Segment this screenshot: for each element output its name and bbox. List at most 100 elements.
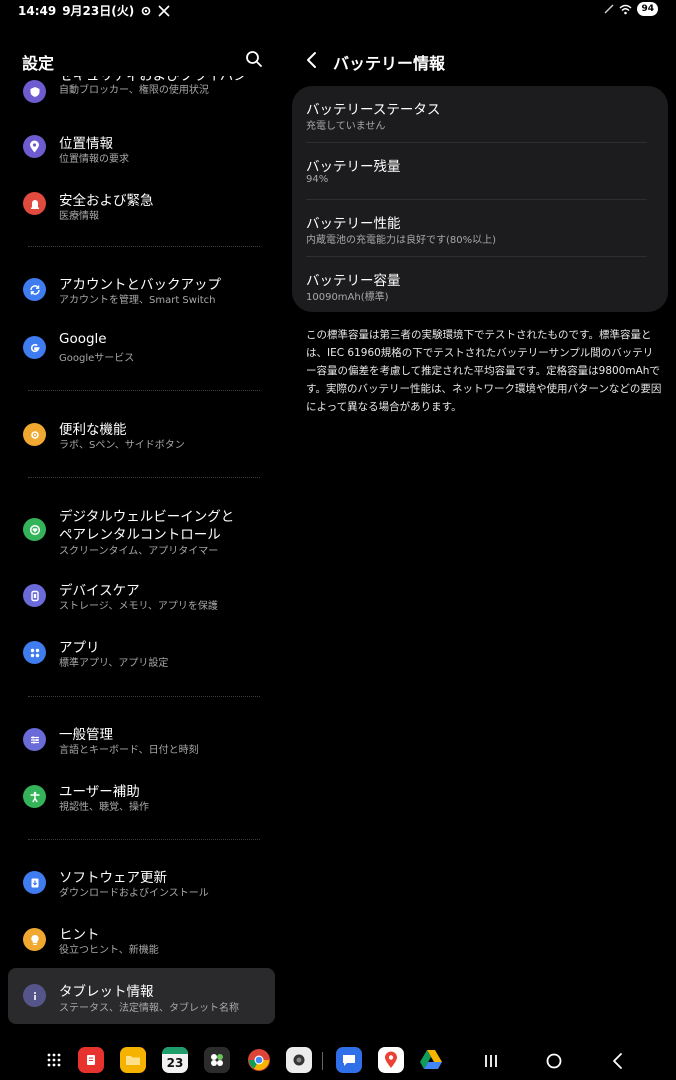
menu-item-google[interactable]: Google Googleサービス <box>8 325 275 373</box>
accessibility-icon <box>23 785 46 808</box>
menu-item-title-line2: ペアレンタルコントロール <box>59 527 221 543</box>
menu-item-advanced-features[interactable]: 便利な機能 ラボ、Sペン、サイドボタン <box>8 412 275 460</box>
row-battery-level: バッテリー残量 94% <box>306 155 647 199</box>
menu-item-subtitle: 自動ブロッカー、権限の使用状況 <box>59 85 209 96</box>
capacity-note: この標準容量は第三者の実験環境下でテストされたものです。標準容量とは、IEC 6… <box>306 329 662 413</box>
menu-item-title: ソフトウェア更新 <box>59 870 167 886</box>
emergency-icon <box>23 192 46 215</box>
menu-item-subtitle: 標準アプリ、アプリ設定 <box>59 658 169 669</box>
menu-item-title: 便利な機能 <box>59 422 127 438</box>
menu-item-title: 位置情報 <box>59 136 113 152</box>
menu-item-about-tablet[interactable]: タブレット情報 ステータス、法定情報、タブレット名称 <box>8 968 275 1024</box>
menu-item-subtitle: ラボ、Sペン、サイドボタン <box>59 440 185 451</box>
google-icon <box>23 336 46 359</box>
calendar-day: 23 <box>166 1056 184 1070</box>
shield-icon <box>23 80 46 103</box>
menu-item-title: ヒント <box>59 927 100 943</box>
menu-item-title: アプリ <box>59 640 100 656</box>
menu-item-digital-wellbeing[interactable]: デジタルウェルビーイングと ペアレンタルコントロール スクリーンタイム、アプリタ… <box>8 500 275 560</box>
software-update-icon <box>23 871 46 894</box>
menu-item-title: アカウントとバックアップ <box>59 277 221 293</box>
menu-item-subtitle: 言語とキーボード、日付と時刻 <box>59 745 199 756</box>
drive-app-icon[interactable] <box>418 1047 444 1073</box>
menu-item-safety-emergency[interactable]: 安全および緊急 医療情報 <box>8 181 275 229</box>
menu-item-general-management[interactable]: 一般管理 言語とキーボード、日付と時刻 <box>8 717 275 765</box>
tools-icon <box>158 4 170 17</box>
battery-level-badge: 94 <box>637 2 658 16</box>
wellbeing-icon <box>23 518 46 541</box>
settings-gear-icon <box>141 6 151 15</box>
clock: 14:49 <box>18 3 57 18</box>
recent-apps-icon[interactable] <box>480 1050 502 1072</box>
menu-item-subtitle: ストレージ、メモリ、アプリを保護 <box>59 601 218 612</box>
maps-app-icon[interactable] <box>378 1047 404 1073</box>
my-files-app-icon[interactable] <box>120 1047 146 1073</box>
menu-item-tips[interactable]: ヒント 役立つヒント、新機能 <box>8 917 275 965</box>
pen-icon <box>604 4 614 14</box>
back-icon[interactable] <box>607 1050 629 1072</box>
menu-item-title: 一般管理 <box>59 727 113 743</box>
camera-app-icon[interactable] <box>286 1047 312 1073</box>
menu-item-accessibility[interactable]: ユーザー補助 視認性、聴覚、操作 <box>8 774 275 822</box>
apps-grid-icon <box>23 641 46 664</box>
section-divider <box>28 246 260 247</box>
menu-item-device-care[interactable]: デバイスケア ストレージ、メモリ、アプリを保護 <box>8 573 275 621</box>
menu-item-subtitle: 位置情報の要求 <box>59 154 129 165</box>
home-icon[interactable] <box>543 1050 565 1072</box>
section-divider <box>28 477 260 478</box>
menu-item-location[interactable]: 位置情報 位置情報の要求 <box>8 124 275 172</box>
menu-item-subtitle: スクリーンタイム、アプリタイマー <box>59 546 219 557</box>
row-divider <box>306 199 647 200</box>
calculator-app-icon[interactable] <box>204 1047 230 1073</box>
menu-item-title: デジタルウェルビーイングと <box>59 509 235 525</box>
menu-item-subtitle: 役立つヒント、新機能 <box>59 945 159 956</box>
calendar-app-icon[interactable]: 23 <box>162 1047 188 1073</box>
wifi-icon <box>619 4 632 14</box>
taskbar: 23 <box>0 1044 676 1078</box>
section-divider <box>28 390 260 391</box>
row-battery-performance: バッテリー性能 内蔵電池の充電能力は良好です(80%以上) <box>306 212 647 256</box>
app-drawer-icon[interactable] <box>46 1052 62 1068</box>
menu-item-software-update[interactable]: ソフトウェア更新 ダウンロードおよびインストール <box>8 860 275 908</box>
row-value: 内蔵電池の充電能力は良好です(80%以上) <box>306 235 497 246</box>
notes-app-icon[interactable] <box>78 1047 104 1073</box>
back-arrow-icon[interactable] <box>302 50 322 70</box>
device-care-icon <box>23 584 46 607</box>
row-battery-capacity: バッテリー容量 10090mAh(標準) <box>306 269 647 313</box>
settings-title: 設定 <box>22 54 55 73</box>
menu-item-title: タブレット情報 <box>59 984 154 1000</box>
menu-item-subtitle: Googleサービス <box>59 353 135 364</box>
row-divider <box>306 256 647 257</box>
row-title: バッテリーステータス <box>306 102 441 118</box>
row-title: バッテリー容量 <box>306 273 401 289</box>
search-icon[interactable] <box>245 50 263 68</box>
menu-item-security[interactable]: セキュリティおよびプライバシー 自動ブロッカー、権限の使用状況 <box>8 76 275 110</box>
sliders-icon <box>23 728 46 751</box>
menu-item-subtitle: アカウントを管理、Smart Switch <box>59 295 216 306</box>
info-icon <box>23 984 46 1007</box>
sync-icon <box>23 278 46 301</box>
menu-item-title: Google <box>59 331 107 347</box>
location-pin-icon <box>23 135 46 158</box>
menu-item-subtitle: 視認性、聴覚、操作 <box>59 802 149 813</box>
menu-item-title: 安全および緊急 <box>59 193 154 209</box>
status-date: 9月23日(火) <box>62 4 135 18</box>
row-title: バッテリー残量 <box>306 159 401 175</box>
page-title: バッテリー情報 <box>333 54 446 73</box>
row-battery-status: バッテリーステータス 充電していません <box>306 98 647 142</box>
menu-item-subtitle: 医療情報 <box>59 211 99 222</box>
menu-item-title: ユーザー補助 <box>59 784 140 800</box>
taskbar-divider <box>322 1052 323 1070</box>
messages-app-icon[interactable] <box>336 1047 362 1073</box>
settings-menu-list: セキュリティおよびプライバシー 自動ブロッカー、権限の使用状況 位置情報 位置情… <box>0 76 284 1036</box>
puzzle-icon <box>23 423 46 446</box>
chrome-app-icon[interactable] <box>246 1047 272 1073</box>
row-value: 充電していません <box>306 121 386 132</box>
menu-item-apps[interactable]: アプリ 標準アプリ、アプリ設定 <box>8 630 275 678</box>
menu-item-subtitle: ダウンロードおよびインストール <box>59 888 209 899</box>
status-bar: 14:49 9月23日(火) 94 <box>0 0 676 20</box>
section-divider <box>28 839 260 840</box>
row-title: バッテリー性能 <box>306 216 401 232</box>
menu-item-accounts-backup[interactable]: アカウントとバックアップ アカウントを管理、Smart Switch <box>8 267 275 315</box>
lightbulb-icon <box>23 928 46 951</box>
